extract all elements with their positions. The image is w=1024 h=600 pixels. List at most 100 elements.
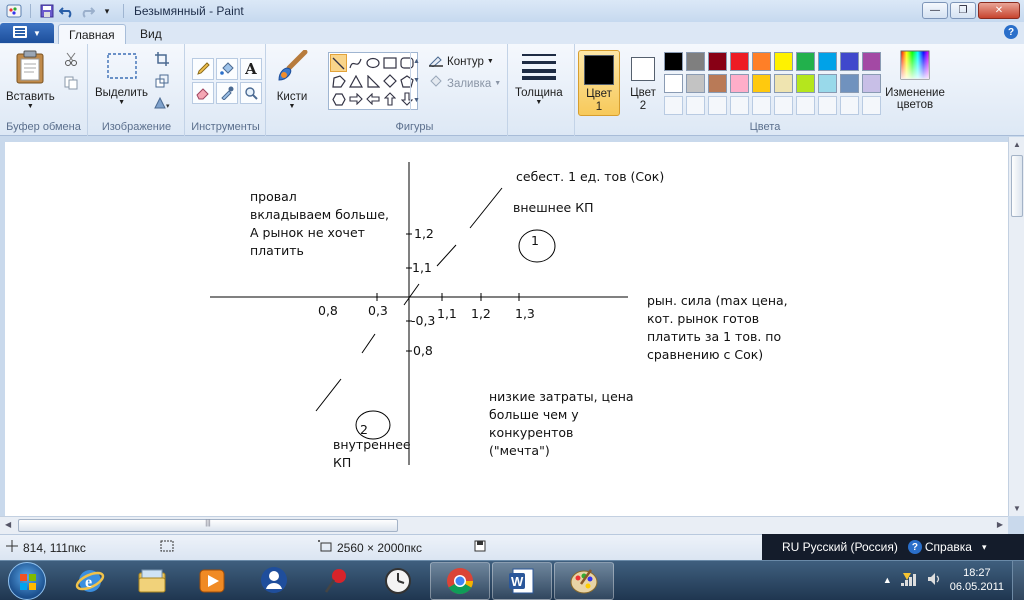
palette-empty-swatch[interactable] xyxy=(774,96,793,115)
palette-color-swatch[interactable] xyxy=(686,74,705,93)
clock-app-taskbar[interactable] xyxy=(368,562,428,600)
app-menu-button[interactable]: ▼ xyxy=(0,23,54,43)
palette-color-swatch[interactable] xyxy=(708,74,727,93)
palette-empty-swatch[interactable] xyxy=(730,96,749,115)
eraser-icon[interactable] xyxy=(192,82,214,104)
scroll-down-icon[interactable]: ▼ xyxy=(413,77,420,84)
palette-color-swatch[interactable] xyxy=(664,52,683,71)
horizontal-scroll-thumb[interactable]: ||| xyxy=(18,519,398,532)
line-shape-icon[interactable] xyxy=(330,54,347,72)
palette-color-swatch[interactable] xyxy=(796,74,815,93)
horizontal-scrollbar[interactable]: ◀ ||| ▶ xyxy=(0,516,1008,534)
size-button[interactable]: Толщина ▼ xyxy=(515,52,563,106)
messenger-taskbar[interactable] xyxy=(244,562,304,600)
edit-colors-button[interactable]: Изменение цветов xyxy=(884,50,946,111)
palette-color-swatch[interactable] xyxy=(840,52,859,71)
outline-button[interactable]: Контур ▼ xyxy=(428,53,494,70)
color1-button[interactable]: Цвет 1 xyxy=(578,50,620,116)
magnifier-icon[interactable] xyxy=(240,82,262,104)
volume-icon[interactable] xyxy=(926,571,942,590)
pencil-icon[interactable] xyxy=(192,58,214,80)
curve-shape-icon[interactable] xyxy=(347,54,364,72)
paste-button[interactable]: Вставить ▼ xyxy=(6,50,55,110)
palette-color-swatch[interactable] xyxy=(862,52,881,71)
scroll-left-icon[interactable]: ◀ xyxy=(5,520,11,529)
vertical-scroll-thumb[interactable] xyxy=(1011,155,1023,217)
undo-icon[interactable] xyxy=(59,3,75,19)
redo-icon[interactable] xyxy=(79,3,95,19)
palette-empty-swatch[interactable] xyxy=(796,96,815,115)
palette-empty-swatch[interactable] xyxy=(664,96,683,115)
network-icon[interactable] xyxy=(900,571,918,590)
palette-color-swatch[interactable] xyxy=(752,52,771,71)
palette-color-swatch[interactable] xyxy=(752,74,771,93)
help-icon[interactable]: ? xyxy=(1004,25,1018,39)
taskbar-clock[interactable]: 18:27 06.05.2011 xyxy=(950,566,1004,594)
customize-quick-access-icon[interactable]: ▾ xyxy=(99,3,115,19)
left-arrow-shape-icon[interactable] xyxy=(364,90,381,108)
rectangle-shape-icon[interactable] xyxy=(381,54,398,72)
palette-empty-swatch[interactable] xyxy=(840,96,859,115)
palette-empty-swatch[interactable] xyxy=(818,96,837,115)
chrome-taskbar[interactable] xyxy=(430,562,490,600)
start-button[interactable] xyxy=(8,562,46,600)
palette-color-swatch[interactable] xyxy=(774,74,793,93)
vertical-scrollbar[interactable]: ▲ ▼ xyxy=(1008,137,1024,516)
gallery-expand-icon[interactable]: ▼ xyxy=(413,97,420,104)
color-picker-icon[interactable] xyxy=(216,82,238,104)
word-taskbar[interactable]: W xyxy=(492,562,552,600)
palette-color-swatch[interactable] xyxy=(818,52,837,71)
explorer-taskbar[interactable] xyxy=(122,562,182,600)
scroll-right-icon[interactable]: ▶ xyxy=(997,520,1003,529)
copy-icon[interactable] xyxy=(62,74,80,92)
palette-color-swatch[interactable] xyxy=(862,74,881,93)
save-icon[interactable] xyxy=(39,3,55,19)
scroll-up-icon[interactable]: ▲ xyxy=(1013,140,1021,149)
tab-home[interactable]: Главная xyxy=(58,24,126,44)
scroll-up-icon[interactable]: ▲ xyxy=(413,58,420,65)
palette-empty-swatch[interactable] xyxy=(862,96,881,115)
oval-shape-icon[interactable] xyxy=(364,54,381,72)
media-player-taskbar[interactable] xyxy=(182,562,242,600)
crop-icon[interactable] xyxy=(153,50,171,68)
palette-color-swatch[interactable] xyxy=(840,74,859,93)
resize-icon[interactable] xyxy=(153,72,171,90)
drawing-canvas[interactable]: провал вкладываем больше, А рынок не хоч… xyxy=(5,142,1008,516)
show-desktop-button[interactable] xyxy=(1012,561,1024,600)
text-icon[interactable]: A xyxy=(240,58,262,80)
polygon-shape-icon[interactable] xyxy=(330,72,347,90)
shapes-gallery-scroll[interactable]: ▲ ▼ ▼ xyxy=(410,52,422,110)
right-triangle-shape-icon[interactable] xyxy=(364,72,381,90)
minimize-button[interactable]: — xyxy=(922,2,948,19)
pin-app-taskbar[interactable] xyxy=(306,562,366,600)
palette-empty-swatch[interactable] xyxy=(708,96,727,115)
close-button[interactable]: ✕ xyxy=(978,2,1020,19)
palette-color-swatch[interactable] xyxy=(686,52,705,71)
palette-color-swatch[interactable] xyxy=(818,74,837,93)
select-button[interactable]: Выделить ▼ xyxy=(95,52,148,106)
help-link[interactable]: ? Справка xyxy=(907,540,972,554)
fill-bucket-icon[interactable] xyxy=(216,58,238,80)
maximize-button[interactable]: ❐ xyxy=(950,2,976,19)
paint-app-icon[interactable] xyxy=(6,3,22,19)
show-hidden-icons-icon[interactable]: ▲ xyxy=(883,575,892,585)
scroll-down-icon[interactable]: ▼ xyxy=(1013,504,1021,513)
brushes-button[interactable]: Кисти ▼ xyxy=(275,49,309,110)
triangle-shape-icon[interactable] xyxy=(347,72,364,90)
cut-icon[interactable] xyxy=(62,50,80,68)
paint-taskbar[interactable] xyxy=(554,562,614,600)
internet-explorer-taskbar[interactable]: e xyxy=(60,562,120,600)
up-arrow-shape-icon[interactable] xyxy=(381,90,398,108)
rotate-icon[interactable]: ▾ xyxy=(153,94,171,112)
palette-color-swatch[interactable] xyxy=(796,52,815,71)
palette-empty-swatch[interactable] xyxy=(752,96,771,115)
fill-button[interactable]: Заливка ▼ xyxy=(428,75,501,92)
color2-button[interactable]: Цвет 2 xyxy=(622,50,664,116)
palette-color-swatch[interactable] xyxy=(664,74,683,93)
palette-color-swatch[interactable] xyxy=(774,52,793,71)
hexagon-shape-icon[interactable] xyxy=(330,90,347,108)
palette-empty-swatch[interactable] xyxy=(686,96,705,115)
language-indicator[interactable]: RU Русский (Россия) xyxy=(782,540,898,554)
palette-color-swatch[interactable] xyxy=(730,74,749,93)
right-arrow-shape-icon[interactable] xyxy=(347,90,364,108)
